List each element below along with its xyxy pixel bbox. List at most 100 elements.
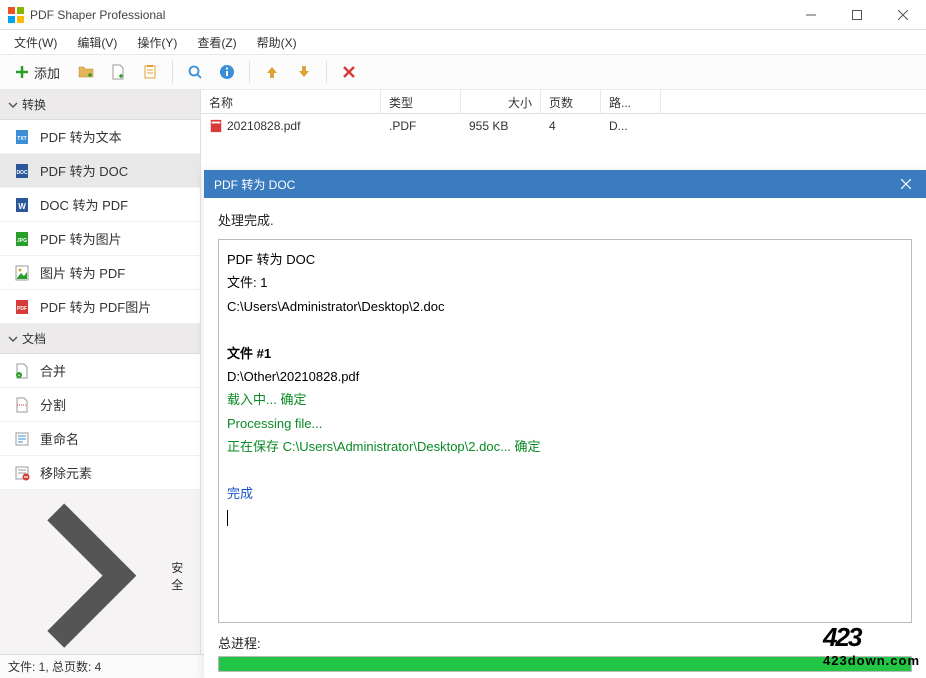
search-button[interactable]: [181, 58, 209, 86]
file-name: 20210828.pdf: [227, 119, 300, 133]
folder-plus-icon: [78, 64, 94, 80]
menu-action[interactable]: 操作(Y): [127, 31, 187, 54]
sidebar-item-pdf-to-text[interactable]: TXT PDF 转为文本: [0, 120, 200, 154]
sidebar-item-label: 移除元素: [40, 463, 92, 482]
add-file-button[interactable]: [104, 58, 132, 86]
log-line: C:\Users\Administrator\Desktop\2.doc: [227, 295, 903, 318]
info-button[interactable]: [213, 58, 241, 86]
log-done: 完成: [227, 482, 903, 505]
svg-text:W: W: [18, 202, 26, 211]
toolbar-separator-2: [249, 61, 250, 83]
log-cursor-line: [227, 505, 903, 528]
file-row[interactable]: 20210828.pdf .PDF 955 KB 4 D...: [201, 114, 926, 138]
dialog-titlebar: PDF 转为 DOC: [204, 170, 926, 198]
column-header-pages[interactable]: 页数: [541, 90, 601, 113]
log-blank: [227, 318, 903, 341]
split-icon: [14, 397, 30, 413]
sidebar-item-split[interactable]: 分割: [0, 388, 200, 422]
log-loading: 载入中... 确定: [227, 388, 903, 411]
sidebar-item-label: PDF 转为文本: [40, 127, 122, 146]
sidebar-item-label: 合并: [40, 361, 66, 380]
sidebar-item-image-to-pdf[interactable]: 图片 转为 PDF: [0, 256, 200, 290]
menubar: 文件(W) 编辑(V) 操作(Y) 查看(Z) 帮助(X): [0, 30, 926, 54]
file-path: D...: [601, 117, 661, 135]
move-up-button[interactable]: [258, 58, 286, 86]
sidebar-item-rename[interactable]: 重命名: [0, 422, 200, 456]
app-logo-icon: [8, 7, 24, 23]
dialog-title: PDF 转为 DOC: [214, 176, 886, 193]
svg-text:JPG: JPG: [17, 238, 27, 244]
close-button[interactable]: [880, 0, 926, 30]
toolbar: 添加: [0, 54, 926, 90]
column-header-type[interactable]: 类型: [381, 90, 461, 113]
column-header-name[interactable]: 名称: [201, 90, 381, 113]
svg-text:DOC: DOC: [16, 170, 28, 176]
dialog-log[interactable]: PDF 转为 DOC 文件: 1 C:\Users\Administrator\…: [218, 239, 912, 623]
file-size: 955 KB: [461, 117, 541, 135]
maximize-button[interactable]: [834, 0, 880, 30]
log-processing: Processing file...: [227, 412, 903, 435]
merge-icon: +: [14, 363, 30, 379]
doc-file-icon: DOC: [14, 163, 30, 179]
titlebar: PDF Shaper Professional: [0, 0, 926, 30]
dialog-body: 处理完成. PDF 转为 DOC 文件: 1 C:\Users\Administ…: [204, 198, 926, 678]
sidebar-item-label: 图片 转为 PDF: [40, 263, 125, 282]
menu-help[interactable]: 帮助(X): [247, 31, 307, 54]
sidebar-item-pdf-to-pdfimage[interactable]: PDF PDF 转为 PDF图片: [0, 290, 200, 324]
toolbar-separator-3: [326, 61, 327, 83]
dialog-close-button[interactable]: [886, 170, 926, 198]
file-plus-icon: [110, 64, 126, 80]
file-list-header: 名称 类型 大小 页数 路...: [201, 90, 926, 114]
chevron-right-icon: [8, 496, 167, 654]
sidebar-item-pdf-to-doc[interactable]: DOC PDF 转为 DOC: [0, 154, 200, 188]
svg-text:PDF: PDF: [17, 306, 27, 312]
arrow-down-icon: [296, 64, 312, 80]
chevron-down-icon: [8, 100, 18, 110]
plus-icon: [14, 64, 30, 80]
status-text: 文件: 1, 总页数: 4: [8, 658, 101, 675]
window-title: PDF Shaper Professional: [30, 8, 788, 22]
menu-file[interactable]: 文件(W): [4, 31, 67, 54]
close-icon: [901, 179, 911, 189]
sidebar-item-label: 分割: [40, 395, 66, 414]
menu-edit[interactable]: 编辑(V): [67, 31, 127, 54]
progress-dialog: PDF 转为 DOC 处理完成. PDF 转为 DOC 文件: 1 C:\Use…: [204, 170, 926, 678]
remove-button[interactable]: [335, 58, 363, 86]
word-file-icon: W: [14, 197, 30, 213]
arrow-up-icon: [264, 64, 280, 80]
sidebar-item-doc-to-pdf[interactable]: W DOC 转为 PDF: [0, 188, 200, 222]
column-header-size[interactable]: 大小: [461, 90, 541, 113]
sidebar-item-merge[interactable]: + 合并: [0, 354, 200, 388]
sidebar-section-convert[interactable]: 转换: [0, 90, 200, 120]
sidebar-item-label: PDF 转为 DOC: [40, 161, 128, 180]
pdf-icon: [209, 119, 223, 133]
sidebar-item-pdf-to-image[interactable]: JPG PDF 转为图片: [0, 222, 200, 256]
pdf-file-icon: PDF: [14, 299, 30, 315]
move-down-button[interactable]: [290, 58, 318, 86]
sidebar-section-document[interactable]: 文档: [0, 324, 200, 354]
minimize-button[interactable]: [788, 0, 834, 30]
sidebar-item-label: DOC 转为 PDF: [40, 195, 128, 214]
x-icon: [341, 64, 357, 80]
sidebar-item-label: PDF 转为图片: [40, 229, 122, 248]
add-folder-button[interactable]: [72, 58, 100, 86]
column-header-path[interactable]: 路...: [601, 90, 661, 113]
sidebar-header-label: 转换: [22, 96, 46, 113]
svg-text:TXT: TXT: [17, 136, 26, 142]
jpg-file-icon: JPG: [14, 231, 30, 247]
image-convert-icon: [14, 265, 30, 281]
progress-fill: [219, 657, 911, 671]
sidebar-item-remove-elements[interactable]: 移除元素: [0, 456, 200, 490]
info-icon: [219, 64, 235, 80]
add-label: 添加: [34, 63, 60, 82]
add-button[interactable]: 添加: [6, 58, 68, 86]
log-line: PDF 转为 DOC: [227, 248, 903, 271]
sidebar-section-security[interactable]: 安全: [0, 490, 200, 654]
clipboard-icon: [142, 64, 158, 80]
menu-view[interactable]: 查看(Z): [187, 31, 246, 54]
file-name-cell: 20210828.pdf: [201, 117, 381, 135]
txt-file-icon: TXT: [14, 129, 30, 145]
clipboard-button[interactable]: [136, 58, 164, 86]
progress-label: 总进程:: [218, 633, 912, 652]
log-file-path: D:\Other\20210828.pdf: [227, 365, 903, 388]
